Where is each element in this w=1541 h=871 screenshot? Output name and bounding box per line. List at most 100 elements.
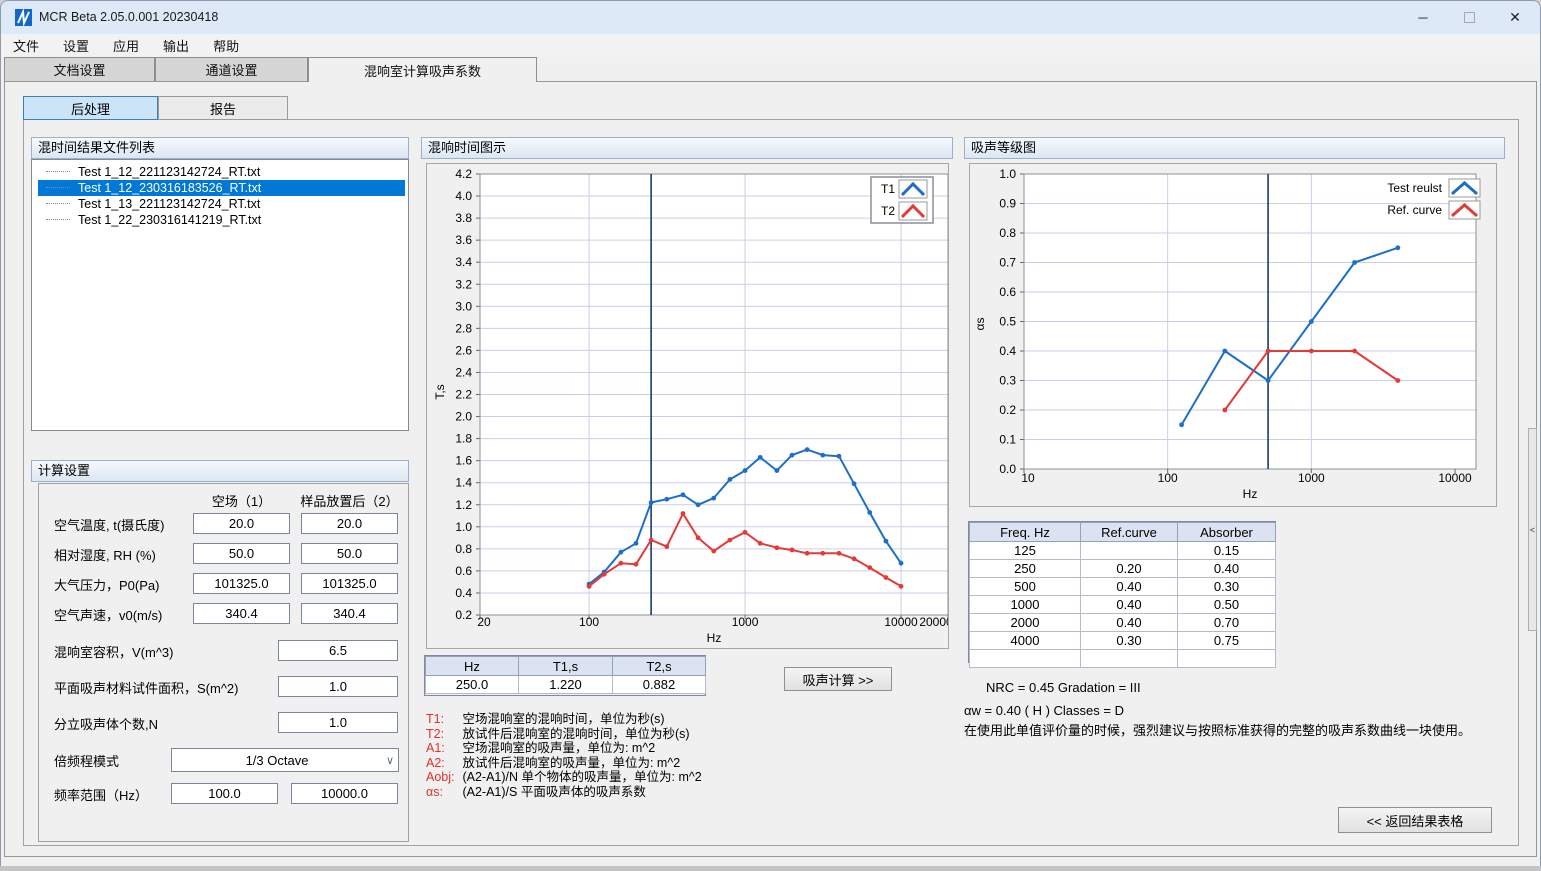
file-name: Test 1_13_221123142724_RT.txt: [78, 197, 260, 211]
freq-max-input[interactable]: [291, 783, 398, 804]
main-tab-0[interactable]: 文档设置: [4, 57, 155, 82]
file-list-item-3[interactable]: Test 1_22_230316141219_RT.txt: [38, 212, 405, 228]
rt-value-table: HzT1,sT2,s250.01.2200.882: [425, 656, 706, 694]
calc-single-input-0[interactable]: [278, 640, 398, 661]
note-line-4: Aobj: (A2-A1)/N 单个物体的吸声量，单位为: m^2: [426, 770, 702, 785]
calc-single-input-2[interactable]: [278, 712, 398, 733]
file-list-item-2[interactable]: Test 1_13_221123142724_RT.txt: [38, 196, 405, 212]
table-cell: 125: [970, 542, 1081, 560]
svg-text:10000: 10000: [1438, 471, 1472, 485]
rt-time-chart: 0.20.40.60.81.01.21.41.61.82.02.22.42.62…: [427, 164, 948, 648]
file-name: Test 1_22_230316141219_RT.txt: [78, 213, 261, 227]
table-row: 2500.200.40: [970, 560, 1276, 578]
svg-text:1000: 1000: [732, 615, 759, 629]
minimize-button[interactable]: ─: [1400, 1, 1446, 34]
chevron-down-icon: ∨: [382, 754, 398, 767]
calc-sample-input-3[interactable]: [301, 603, 398, 624]
svg-text:1.8: 1.8: [455, 432, 472, 446]
note-key: T1:: [426, 712, 459, 727]
calc-row-label-0: 空气温度, t(摄氏度): [54, 515, 165, 534]
note-text: (A2-A1)/N 单个物体的吸声量，单位为: m^2: [459, 770, 702, 784]
main-tab-1[interactable]: 通道设置: [155, 57, 308, 82]
calc-single-label-1: 平面吸声材料试件面积，S(m^2): [54, 678, 239, 697]
table-cell: 0.30: [1081, 632, 1178, 650]
svg-text:3.6: 3.6: [455, 233, 472, 247]
tree-connector: [46, 202, 70, 204]
table-cell: [1081, 542, 1178, 560]
calc-field-input-1[interactable]: [193, 543, 290, 564]
svg-text:2.6: 2.6: [455, 343, 472, 357]
octave-mode-value: 1/3 Octave: [172, 753, 382, 768]
svg-text:100: 100: [1158, 471, 1178, 485]
svg-text:0.4: 0.4: [455, 586, 472, 600]
sub-tab-1[interactable]: 报告: [158, 96, 288, 120]
sub-tab-0[interactable]: 后处理: [23, 96, 158, 120]
calc-row-label-3: 空气声速，v0(m/s): [54, 605, 162, 624]
svg-text:10: 10: [1021, 471, 1035, 485]
svg-text:Ref. curve: Ref. curve: [1387, 203, 1442, 217]
note-line-5: αs: (A2-A1)/S 平面吸声体的吸声系数: [426, 785, 702, 800]
table-row: 125 0.15: [970, 542, 1276, 560]
note-key: A2:: [426, 756, 459, 771]
table-cell: 0.30: [1178, 578, 1276, 596]
table-row: 20000.400.70: [970, 614, 1276, 632]
screen-bottom-edge: [0, 866, 1541, 871]
maximize-button[interactable]: [1446, 1, 1492, 34]
calc-single-input-1[interactable]: [278, 676, 398, 697]
svg-text:3.8: 3.8: [455, 211, 472, 225]
column-header: Freq. Hz: [970, 523, 1081, 542]
svg-text:3.4: 3.4: [455, 255, 472, 269]
calc-field-input-3[interactable]: [193, 603, 290, 624]
svg-text:20: 20: [477, 615, 491, 629]
single-value-note: 在使用此单值评价量的时候，强烈建议与按照标准获得的完整的吸声系数曲线一块使用。: [964, 720, 1471, 739]
absorption-calc-button[interactable]: 吸声计算 >>: [784, 667, 892, 691]
menu-item-4[interactable]: 帮助: [201, 34, 251, 57]
note-key: αs:: [426, 785, 459, 800]
col-header-with-sample: 样品放置后（2）: [286, 491, 413, 510]
note-line-0: T1: 空场混响室的混响时间，单位为秒(s): [426, 712, 702, 727]
freq-min-input[interactable]: [171, 783, 278, 804]
menu-item-3[interactable]: 输出: [151, 34, 201, 57]
table-cell: 0.882: [613, 676, 706, 694]
note-text: 放试件后混响室的混响时间，单位为秒(s): [459, 727, 690, 741]
note-key: A1:: [426, 741, 459, 756]
tree-connector: [46, 218, 70, 220]
calc-single-label-2: 分立吸声体个数,N: [54, 714, 158, 733]
calc-row-label-1: 相对湿度, RH (%): [54, 545, 156, 564]
absorption-grade-table: Freq. HzRef.curveAbsorber1250.152500.200…: [969, 522, 1276, 668]
back-to-results-button[interactable]: << 返回结果表格: [1338, 807, 1492, 833]
close-button[interactable]: ✕: [1492, 1, 1538, 34]
absorption-grade-chart: 0.00.10.20.30.40.50.60.70.80.91.01010010…: [970, 164, 1496, 506]
table-cell: 1.220: [519, 676, 613, 694]
svg-text:0.5: 0.5: [999, 315, 1016, 329]
menu-item-0[interactable]: 文件: [1, 34, 51, 57]
octave-mode-combo[interactable]: 1/3 Octave ∨: [171, 748, 399, 772]
table-cell: [970, 650, 1081, 668]
file-list-item-0[interactable]: Test 1_12_221123142724_RT.txt: [38, 164, 405, 180]
main-tab-2[interactable]: 混响室计算吸声系数: [308, 57, 537, 82]
calc-field-input-0[interactable]: [193, 513, 290, 534]
table-cell: 0.70: [1178, 614, 1276, 632]
table-cell: 0.15: [1178, 542, 1276, 560]
result-file-list: Test 1_12_221123142724_RT.txtTest 1_12_2…: [31, 159, 409, 431]
table-row: 5000.400.30: [970, 578, 1276, 596]
menu-item-2[interactable]: 应用: [101, 34, 151, 57]
panel-splitter-handle[interactable]: <: [1528, 428, 1537, 631]
table-cell: 1000: [970, 596, 1081, 614]
calc-settings-header: 计算设置: [31, 460, 409, 482]
rt-chart-panel: 0.20.40.60.81.01.21.41.61.82.02.22.42.62…: [426, 163, 949, 649]
calc-field-input-2[interactable]: [193, 573, 290, 594]
table-cell: 0.40: [1081, 614, 1178, 632]
note-text: 放试件后混响室的吸声量，单位为: m^2: [459, 756, 680, 770]
table-cell: 250: [970, 560, 1081, 578]
svg-text:0.6: 0.6: [455, 564, 472, 578]
table-row: [970, 650, 1276, 668]
calc-sample-input-2[interactable]: [301, 573, 398, 594]
file-list-item-1[interactable]: Test 1_12_230316183526_RT.txt: [38, 180, 405, 196]
menu-item-1[interactable]: 设置: [51, 34, 101, 57]
calc-sample-input-1[interactable]: [301, 543, 398, 564]
table-cell: 0.40: [1081, 578, 1178, 596]
calc-row-label-2: 大气压力，P0(Pa): [54, 575, 159, 594]
calc-sample-input-0[interactable]: [301, 513, 398, 534]
tree-connector: [46, 170, 70, 172]
